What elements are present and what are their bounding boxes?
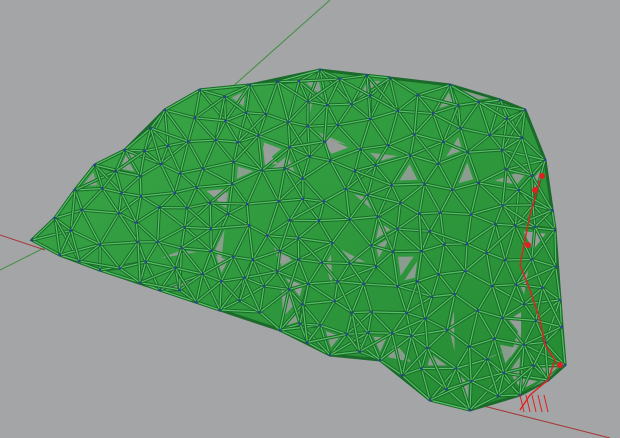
perspective-view[interactable] [0,0,620,438]
viewport-3d[interactable] [0,0,620,438]
terrain-mesh[interactable] [29,68,567,413]
